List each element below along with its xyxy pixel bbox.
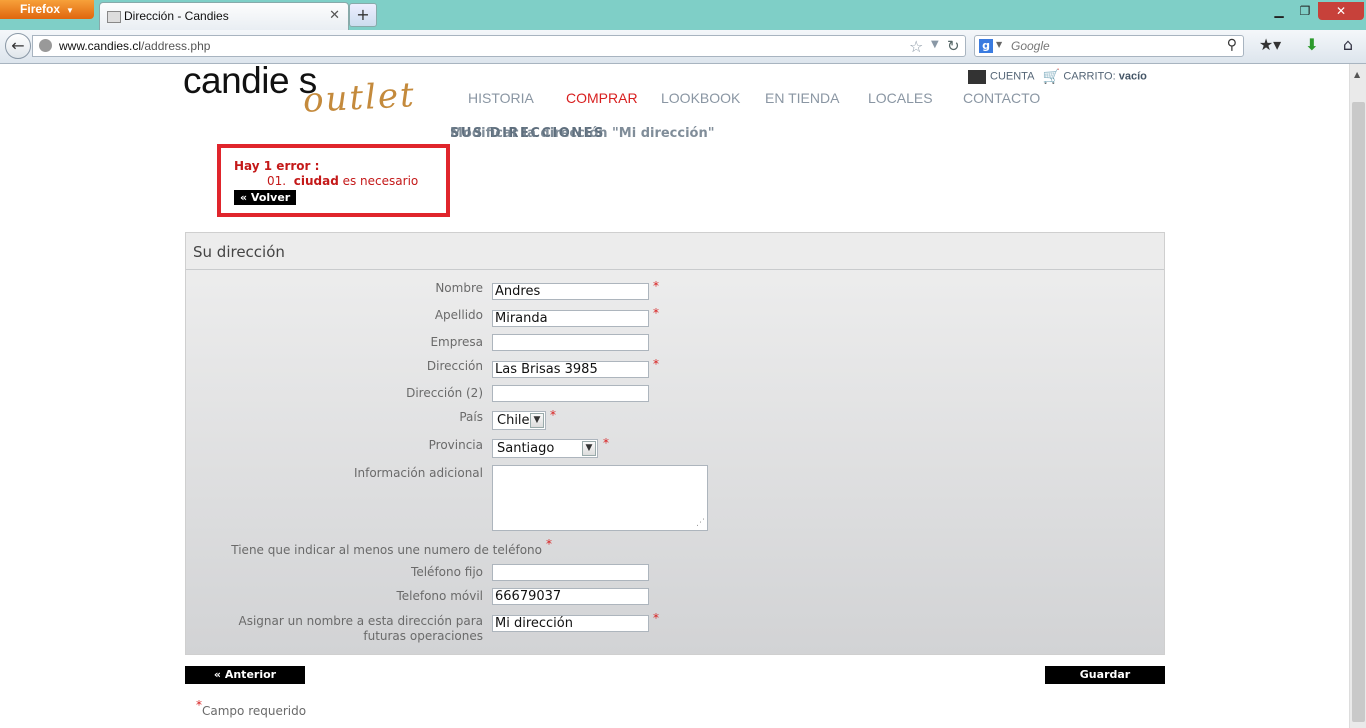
label-telefono-movil: Telefono móvil [396, 589, 483, 603]
required-asterisk: * [653, 279, 659, 293]
chevron-down-icon[interactable]: ▼ [530, 413, 544, 428]
page-title: Modificar la dirección "Mi dirección" [450, 126, 715, 141]
google-icon[interactable]: g [979, 39, 993, 53]
logo-main-text: candie s [183, 60, 317, 101]
url-text: www.candies.cl/address.php [59, 39, 211, 53]
account-link[interactable]: CUENTA [990, 70, 1034, 82]
error-item: 01. ciudad es necesario [267, 174, 419, 188]
nav-locales[interactable]: LOCALES [868, 90, 933, 106]
nav-contacto[interactable]: CONTACTO [963, 90, 1040, 106]
globe-icon [39, 39, 52, 52]
phone-required-note: Tiene que indicar al menos une numero de… [231, 543, 542, 557]
logo-outlet-text: outlet [302, 75, 417, 121]
pais-selected: Chile [497, 413, 530, 428]
label-pais: País [459, 410, 483, 424]
minimize-button[interactable]: ▁ [1266, 2, 1292, 20]
search-icon[interactable]: ⚲ [1227, 37, 1237, 53]
provincia-select[interactable]: Santiago ▼ [492, 439, 598, 458]
direccion-input[interactable]: Las Brisas 3985 [492, 361, 649, 378]
label-apellido: Apellido [434, 308, 483, 322]
nav-en-tienda[interactable]: EN TIENDA [765, 90, 839, 106]
site-logo[interactable]: candie s outlet [183, 60, 423, 122]
telefono-movil-input[interactable]: 66679037 [492, 588, 649, 605]
bookmarks-menu-icon[interactable]: ★▾ [1256, 33, 1284, 57]
new-tab-button[interactable]: + [349, 3, 377, 27]
alias-input[interactable]: Mi dirección [492, 615, 649, 632]
close-window-button[interactable]: ✕ [1318, 2, 1364, 20]
bookmark-star-icon[interactable]: ☆ [909, 37, 923, 56]
page-icon [107, 11, 121, 23]
apellido-input[interactable]: Miranda [492, 310, 649, 327]
required-asterisk: * [653, 357, 659, 371]
nav-lookbook[interactable]: LOOKBOOK [661, 90, 740, 106]
pais-select[interactable]: Chile ▼ [492, 411, 546, 430]
browser-navbar: ← www.candies.cl/address.php ☆ ▼ ↻ g ▼ G… [0, 30, 1366, 64]
back-arrow-icon: ← [11, 36, 25, 55]
required-asterisk: * [546, 537, 552, 551]
label-direccion: Dirección [426, 359, 483, 373]
browser-titlebar: Firefox ▼ Dirección - Candies ✕ + ▁ ❐ ✕ [0, 0, 1366, 30]
required-asterisk: * [653, 611, 659, 625]
maximize-button[interactable]: ❐ [1292, 2, 1318, 20]
required-asterisk: * [196, 698, 202, 712]
label-empresa: Empresa [430, 335, 483, 349]
cart-icon[interactable]: 🛒 [1043, 68, 1060, 85]
label-telefono-fijo: Teléfono fijo [411, 565, 483, 579]
required-asterisk: * [653, 306, 659, 320]
chevron-down-icon[interactable]: ▼ [582, 441, 596, 456]
label-provincia: Provincia [428, 438, 483, 452]
telefono-fijo-input[interactable] [492, 564, 649, 581]
required-asterisk: * [550, 408, 556, 422]
nombre-input[interactable]: Andres [492, 283, 649, 300]
error-field-name: ciudad [293, 174, 339, 188]
cart-link[interactable]: CARRITO: [1063, 70, 1115, 82]
url-bar[interactable]: www.candies.cl/address.php ☆ ▼ ↻ [32, 35, 966, 57]
anterior-button[interactable]: « Anterior [185, 666, 305, 684]
account-icon[interactable] [968, 69, 986, 84]
provincia-selected: Santiago [497, 441, 555, 456]
required-note: *Campo requerido [196, 698, 307, 718]
history-dropdown-icon[interactable]: ▼ [931, 39, 939, 50]
search-placeholder: Google [1011, 39, 1050, 53]
form-header: Su dirección [186, 233, 1164, 270]
account-area: CUENTA 🛒 CARRITO: vacío [968, 68, 1147, 85]
informacion-textarea[interactable]: ⋰ [492, 465, 708, 531]
scrollbar-thumb[interactable] [1352, 102, 1365, 722]
nav-comprar[interactable]: COMPRAR [566, 90, 638, 106]
tab-title: Dirección - Candies [124, 9, 229, 23]
tab-address[interactable]: Dirección - Candies ✕ [99, 2, 349, 30]
error-header: Hay 1 error : [234, 159, 320, 173]
label-informacion-adicional: Información adicional [353, 466, 483, 480]
guardar-button[interactable]: Guardar [1045, 666, 1165, 684]
resize-grip-icon[interactable]: ⋰ [696, 518, 705, 528]
nav-historia[interactable]: HISTORIA [468, 90, 534, 106]
search-engine-dropdown-icon[interactable]: ▼ [996, 40, 1002, 49]
reload-icon[interactable]: ↻ [947, 37, 960, 55]
firefox-menu-button[interactable]: Firefox ▼ [0, 0, 94, 19]
label-direccion-2: Dirección (2) [406, 386, 483, 400]
form-title: Su dirección [193, 243, 285, 261]
error-box: Hay 1 error : 01. ciudad es necesario « … [217, 144, 450, 217]
label-alias: Asignar un nombre a esta dirección para … [238, 614, 484, 643]
cart-status: vacío [1118, 70, 1147, 83]
search-bar[interactable]: g ▼ Google ⚲ [974, 35, 1244, 57]
download-icon[interactable]: ⬇ [1298, 33, 1326, 57]
page-scrollbar[interactable]: ▲ [1349, 64, 1366, 728]
tab-close-icon[interactable]: ✕ [329, 8, 340, 23]
scroll-up-icon[interactable]: ▲ [1354, 70, 1360, 79]
back-button[interactable]: ← [5, 33, 31, 59]
direccion-2-input[interactable] [492, 385, 649, 402]
required-asterisk: * [603, 436, 609, 450]
back-link-button[interactable]: « Volver [234, 190, 297, 205]
label-nombre: Nombre [435, 281, 483, 295]
empresa-input[interactable] [492, 334, 649, 351]
home-icon[interactable]: ⌂ [1334, 33, 1362, 57]
